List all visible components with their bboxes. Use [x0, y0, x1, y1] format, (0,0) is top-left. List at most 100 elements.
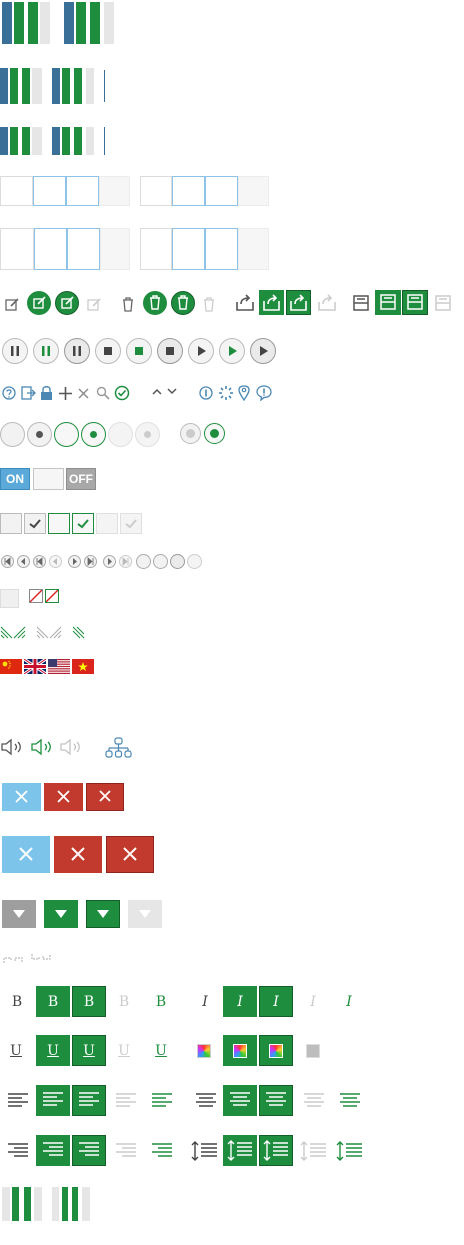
close-button[interactable] [54, 836, 102, 873]
close-button[interactable] [86, 783, 124, 811]
stop-icon[interactable] [95, 338, 121, 364]
page-dot[interactable] [170, 554, 185, 569]
bold-button[interactable]: B [72, 986, 106, 1017]
align-right-icon[interactable] [152, 1143, 172, 1159]
text-field[interactable] [100, 228, 130, 270]
radio-button-small[interactable] [180, 423, 201, 444]
next-page-icon[interactable] [103, 555, 116, 568]
italic-glyph[interactable]: I [342, 994, 356, 1010]
align-right-button[interactable] [36, 1135, 70, 1166]
volume-icon[interactable] [59, 738, 85, 756]
close-button[interactable] [2, 836, 50, 873]
underline-button[interactable]: U [72, 1035, 106, 1066]
help-icon[interactable] [2, 386, 16, 400]
save-icon[interactable] [402, 290, 428, 315]
tab-bar[interactable] [74, 127, 82, 155]
delete-icon[interactable] [202, 296, 216, 312]
no-color-swatch[interactable] [45, 589, 59, 603]
pause-icon[interactable] [64, 338, 90, 364]
tab-bar[interactable] [82, 1187, 90, 1221]
tab-bar[interactable] [40, 2, 50, 44]
first-page-icon[interactable] [33, 555, 46, 568]
prev-page-icon[interactable] [17, 555, 30, 568]
align-center-button[interactable] [223, 1085, 257, 1116]
tab-bar[interactable] [52, 1187, 59, 1221]
tab-bar[interactable] [32, 127, 42, 155]
page-dot[interactable] [187, 554, 202, 569]
lock-icon[interactable] [40, 385, 53, 401]
save-icon[interactable] [435, 295, 451, 311]
delete-icon[interactable] [143, 291, 167, 315]
color-picker-icon[interactable] [197, 1044, 211, 1058]
volume-icon[interactable] [30, 738, 56, 756]
checkbox-checked[interactable] [72, 513, 94, 534]
vietnam-flag[interactable] [72, 659, 94, 674]
text-field[interactable] [34, 228, 67, 270]
pause-icon[interactable] [2, 338, 28, 364]
tab-bar[interactable] [10, 127, 18, 155]
resize-grip-icon[interactable] [36, 626, 62, 640]
text-field[interactable] [140, 228, 172, 270]
expand-corner-icon[interactable] [31, 953, 51, 963]
align-left-icon[interactable] [116, 1093, 136, 1109]
prev-page-icon[interactable] [49, 555, 62, 568]
dropdown-button[interactable] [2, 900, 36, 928]
bold-glyph[interactable]: B [10, 994, 24, 1010]
checkbox[interactable] [48, 513, 70, 534]
checkbox[interactable] [96, 513, 118, 534]
radio-button[interactable] [0, 422, 25, 447]
delete-icon[interactable] [121, 296, 135, 312]
align-right-icon[interactable] [8, 1143, 28, 1159]
save-icon[interactable] [353, 295, 369, 311]
no-color-swatch[interactable] [29, 589, 43, 603]
check-icon[interactable] [114, 385, 130, 401]
tab-bar[interactable] [64, 2, 74, 44]
text-field[interactable] [66, 176, 99, 206]
toggle-off[interactable]: OFF [66, 468, 96, 490]
tab-bar[interactable] [74, 68, 82, 104]
stop-icon[interactable] [157, 338, 183, 364]
color-picker-button[interactable] [259, 1035, 293, 1066]
tab-bar[interactable] [12, 1187, 19, 1221]
usa-flag[interactable] [48, 659, 70, 674]
tab-bar[interactable] [86, 127, 94, 155]
bold-button[interactable]: B [36, 986, 70, 1017]
tab-bar[interactable] [14, 2, 24, 44]
edit-icon[interactable] [55, 291, 79, 315]
align-left-icon[interactable] [152, 1093, 172, 1109]
checkbox[interactable] [0, 513, 22, 534]
delete-icon[interactable] [171, 291, 195, 315]
tab-bar[interactable] [86, 68, 94, 104]
italic-glyph[interactable]: I [198, 994, 212, 1010]
tab-bar[interactable] [104, 2, 114, 44]
color-picker-icon[interactable] [306, 1044, 320, 1058]
tab-bar[interactable] [0, 127, 8, 155]
text-field[interactable] [99, 176, 130, 206]
export-icon[interactable] [286, 290, 311, 315]
org-chart-icon[interactable] [105, 737, 132, 759]
tab-bar[interactable] [32, 68, 42, 104]
resize-grip-icon[interactable] [0, 626, 26, 640]
text-field[interactable] [33, 176, 66, 206]
play-icon[interactable] [219, 338, 245, 364]
radio-button[interactable] [108, 422, 133, 447]
tab-bar[interactable] [22, 127, 30, 155]
text-field[interactable] [205, 228, 238, 270]
radio-button-small-selected[interactable] [204, 423, 225, 444]
tab-bar[interactable] [28, 2, 38, 44]
tab-bar[interactable] [72, 1187, 78, 1221]
align-left-icon[interactable] [8, 1093, 28, 1109]
underline-glyph[interactable]: U [154, 1043, 168, 1059]
tab-bar[interactable] [2, 1187, 10, 1221]
text-field[interactable] [67, 228, 100, 270]
last-page-icon[interactable] [84, 555, 97, 568]
tab-bar[interactable] [0, 68, 8, 104]
tab-bar[interactable] [62, 1187, 68, 1221]
search-icon[interactable] [96, 386, 110, 400]
play-icon[interactable] [188, 338, 214, 364]
edit-icon[interactable] [4, 296, 20, 312]
align-center-icon[interactable] [340, 1093, 360, 1109]
underline-glyph[interactable]: U [117, 1043, 131, 1059]
page-dot[interactable] [153, 554, 168, 569]
pause-icon[interactable] [33, 338, 59, 364]
